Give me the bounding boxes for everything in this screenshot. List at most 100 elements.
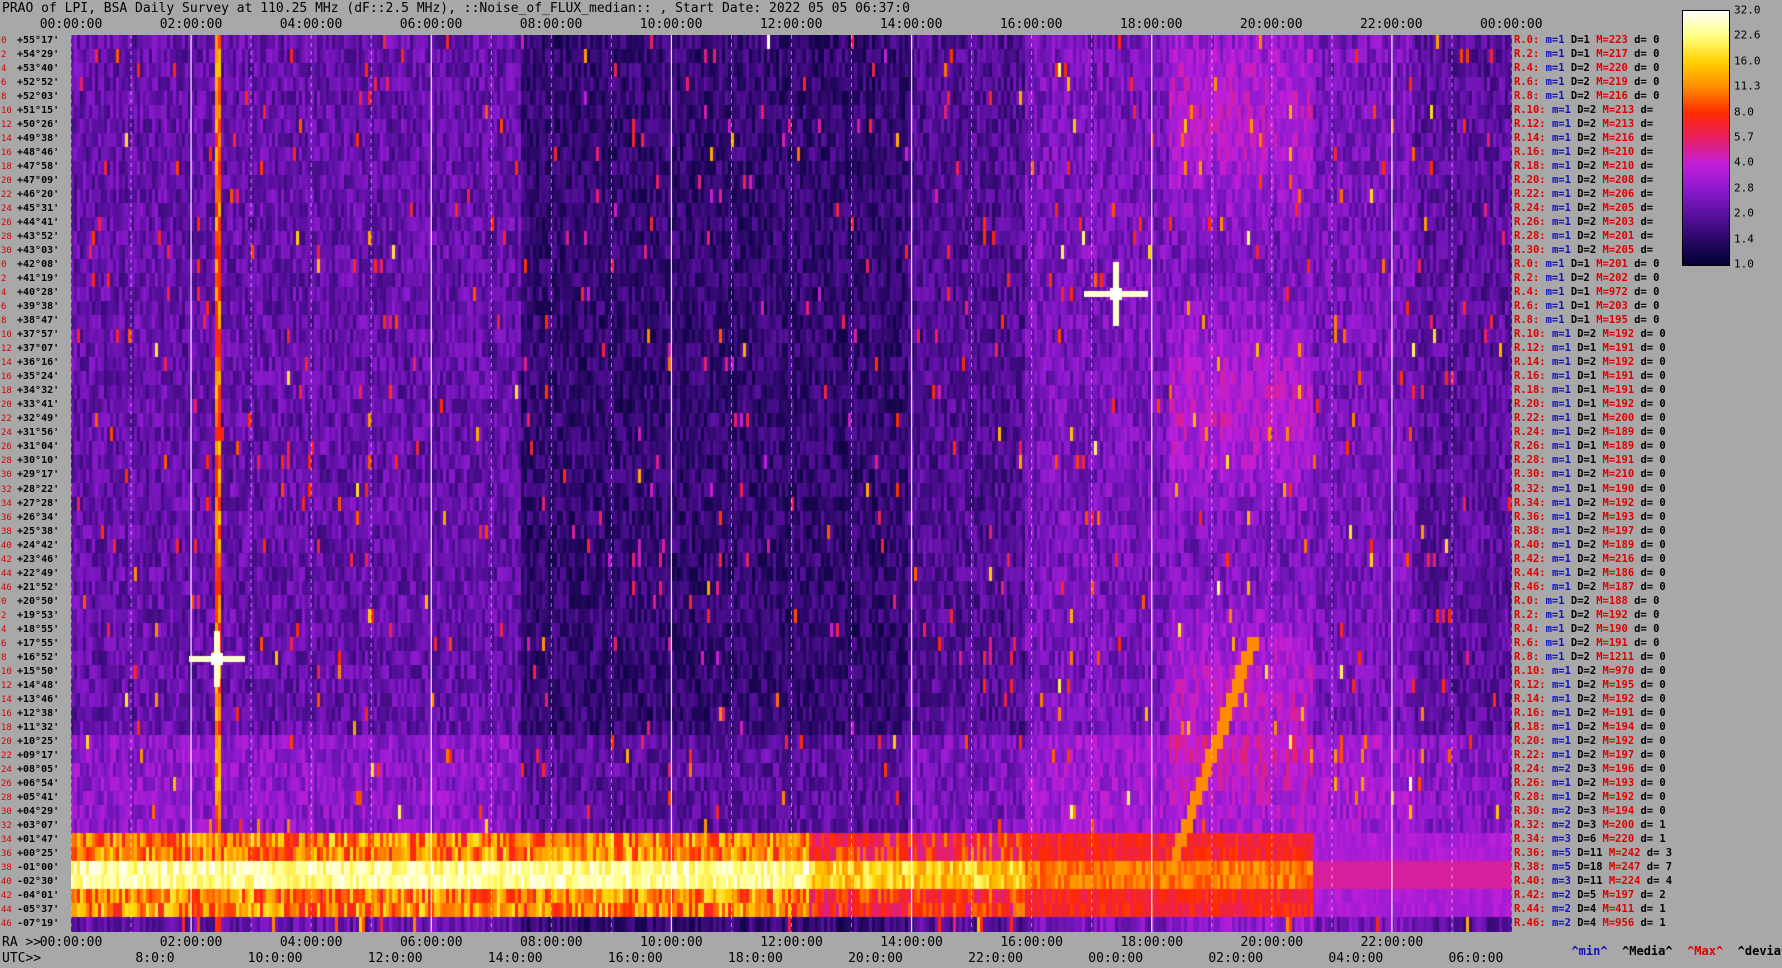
row-stat-D: D=2 [1577, 160, 1603, 173]
row-stat-M: M=192 [1602, 692, 1641, 705]
row-stat-m: m=5 [1551, 846, 1578, 859]
row-stat-d: d= 0 [1640, 566, 1666, 579]
row-stat: R.36: m=5 D=11 M=242 d= 3 [1514, 847, 1672, 859]
colorbar-tick: 16.0 [1734, 54, 1761, 68]
row-stat-M: M=192 [1602, 790, 1641, 803]
row-stat-D: D=1 [1577, 342, 1603, 355]
row-stat: R.12: m=1 D=1 M=191 d= 0 [1514, 342, 1666, 354]
row-stat-D: D=3 [1577, 818, 1603, 831]
row-stat-D: D=4 [1577, 902, 1603, 915]
row-stat-m: m=1 [1551, 188, 1578, 201]
legend-media: ^Media^ [1622, 944, 1673, 958]
row-stat: R.16: m=1 D=2 M=191 d= 0 [1514, 707, 1666, 719]
declination-label: +18°55' [17, 623, 60, 635]
row-stat-r: R.34: [1514, 496, 1552, 509]
declination-label: +46°20' [17, 189, 60, 201]
row-index: 38 [1, 862, 12, 873]
row-stat-r: R.32: [1514, 818, 1552, 831]
colorbar-tick: 8.0 [1734, 105, 1754, 119]
row-stat-d: d= [1640, 188, 1654, 201]
bottom-axes: RA >> UTC>> 00:00:00 02:00:00 04:00:00 06:0… [0, 935, 1782, 968]
row-stat-m: m=1 [1545, 300, 1571, 313]
declination-label: +41°19' [17, 273, 60, 285]
row-stat-M: M=194 [1602, 720, 1641, 733]
row-stat-D: D=2 [1577, 496, 1603, 509]
row-stat-D: D=2 [1570, 650, 1597, 663]
ra-axis-tick: 04:00:00 [279, 935, 343, 950]
colorbar-tick: 1.0 [1734, 257, 1754, 271]
row-stat: R.30: m=1 D=2 M=210 d= 0 [1514, 468, 1666, 480]
row-stat: R.14: m=1 D=2 M=192 d= 0 [1514, 356, 1666, 368]
row-index: 40 [1, 876, 12, 887]
row-stat-D: D=1 [1570, 314, 1597, 327]
utc-axis-tick: 12:0:00 [367, 951, 423, 966]
row-stat-m: m=1 [1551, 160, 1578, 173]
row-stat-m: m=1 [1551, 244, 1578, 257]
row-stat-r: R.14: [1514, 132, 1552, 145]
row-stat-d: d= 1 [1640, 818, 1666, 831]
row-stat-m: m=1 [1551, 454, 1578, 467]
top-axis-tick: 06:00:00 [399, 17, 463, 32]
row-stat-D: D=1 [1570, 300, 1597, 313]
row-index: 46 [1, 918, 12, 929]
ra-axis-tick: 14:00:00 [880, 935, 943, 950]
row-stat-M: M=210 [1602, 468, 1641, 481]
row-stat: R.20: m=1 D=2 M=208 d= [1514, 174, 1653, 186]
top-axis-tick: 00:00:00 [39, 17, 103, 32]
row-stat-m: m=1 [1545, 90, 1571, 103]
row-stat-D: D=2 [1577, 790, 1603, 803]
row-stat-m: m=1 [1551, 720, 1578, 733]
declination-label: +20°50' [17, 595, 60, 607]
row-stat-M: M=210 [1602, 160, 1641, 173]
row-stat-m: m=1 [1545, 314, 1571, 327]
row-stat-d: d= 0 [1640, 762, 1666, 775]
declination-label: +51°15' [17, 105, 60, 117]
row-stat: R.22: m=1 D=2 M=197 d= 0 [1514, 749, 1666, 761]
row-stat-M: M=972 [1596, 286, 1635, 299]
row-stat-D: D=1 [1570, 48, 1597, 61]
top-axis-tick: 02:00:00 [159, 17, 223, 32]
row-stat-M: M=208 [1602, 174, 1641, 187]
utc-axis-tick: 16:0:00 [607, 951, 663, 966]
row-stat-m: m=1 [1545, 76, 1571, 89]
declination-label: +31°04' [17, 441, 60, 453]
row-stat-M: M=411 [1602, 902, 1641, 915]
row-stat-m: m=1 [1545, 608, 1571, 621]
row-stat: R.40: m=3 D=11 M=224 d= 4 [1514, 875, 1672, 887]
row-index: 36 [1, 512, 12, 523]
declination-label: -07°19' [17, 917, 60, 929]
row-stat-D: D=11 [1577, 874, 1609, 887]
row-stat-M: M=195 [1602, 678, 1641, 691]
row-stat-r: R.12: [1514, 678, 1552, 691]
row-stat: R.26: m=1 D=2 M=193 d= 0 [1514, 777, 1666, 789]
row-stat-D: D=2 [1577, 146, 1603, 159]
row-stat-r: R.36: [1514, 510, 1552, 523]
row-stat: R.46: m=1 D=2 M=187 d= 0 [1514, 581, 1666, 593]
row-stat-r: R.14: [1514, 356, 1552, 369]
row-stat-m: m=1 [1551, 356, 1578, 369]
row-stat-m: m=1 [1551, 104, 1578, 117]
row-index: 12 [1, 680, 12, 691]
declination-label: +03°07' [17, 819, 60, 831]
ra-axis-tick: 08:00:00 [520, 935, 583, 950]
declination-label: -05°37' [17, 903, 60, 915]
row-stat-M: M=224 [1608, 874, 1647, 887]
row-stat-M: M=197 [1602, 524, 1641, 537]
row-stat-D: D=2 [1577, 692, 1603, 705]
declination-label: +39°38' [17, 301, 60, 313]
row-stat-r: R.42: [1514, 552, 1552, 565]
row-stat: R.10: m=1 D=2 M=970 d= 0 [1514, 665, 1666, 677]
row-stat-D: D=1 [1577, 454, 1603, 467]
row-stat-D: D=1 [1577, 370, 1603, 383]
row-stat-M: M=186 [1602, 566, 1641, 579]
row-stat-d: d= 0 [1640, 412, 1666, 425]
row-stat-r: R.38: [1514, 524, 1552, 537]
row-stat-d: d= 0 [1640, 664, 1666, 677]
ra-axis-tick: 12:00:00 [760, 935, 823, 950]
row-stat-M: M=213 [1602, 104, 1641, 117]
row-stat-m: m=5 [1551, 860, 1578, 873]
row-stat-D: D=2 [1577, 748, 1603, 761]
row-stat-M: M=970 [1602, 664, 1641, 677]
row-stat: R.4: m=1 D=1 M=972 d= 0 [1514, 286, 1659, 298]
row-stat-M: M=193 [1602, 776, 1641, 789]
